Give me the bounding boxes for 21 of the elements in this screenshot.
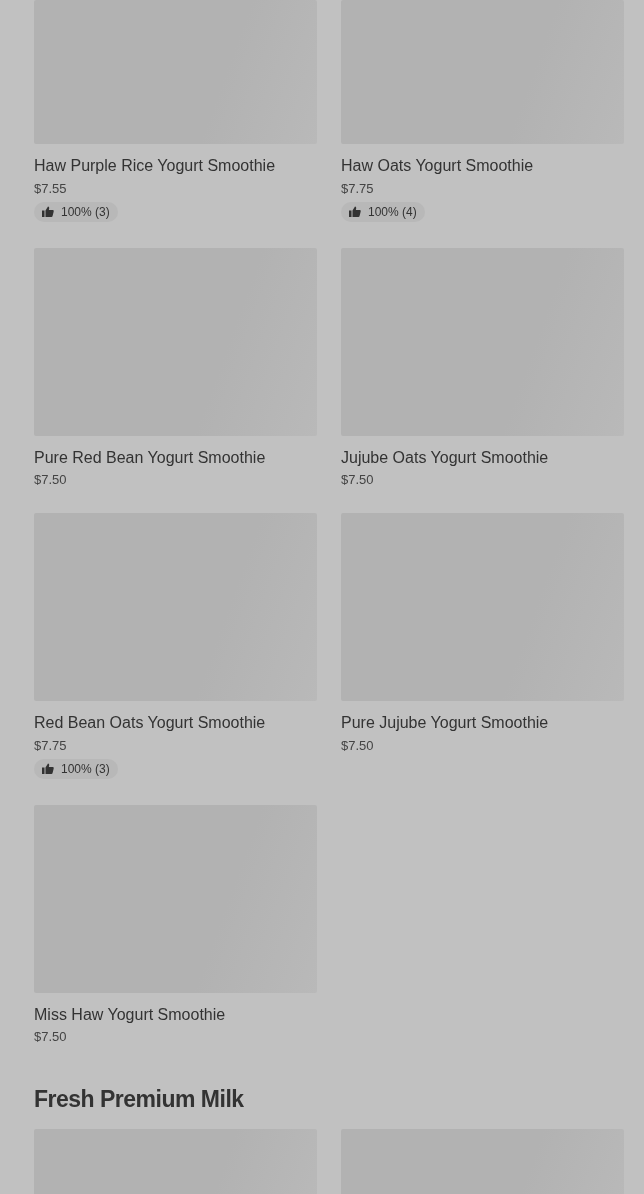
item-name[interactable]: Red Bean Oats Yogurt Smoothie <box>34 714 266 732</box>
item-name[interactable]: Pure Jujube Yogurt Smoothie <box>341 714 549 732</box>
item-price: $7.50 <box>341 472 374 488</box>
item-name[interactable]: Haw Purple Rice Yogurt Smoothie <box>34 157 276 175</box>
thumbs-up-icon <box>42 206 54 218</box>
item-price: $7.75 <box>341 180 374 196</box>
rating-text: 100% (3) <box>61 761 110 776</box>
rating-text: 100% (3) <box>61 204 110 219</box>
item-name[interactable]: Haw Oats Yogurt Smoothie <box>341 157 534 175</box>
item-price: $7.50 <box>34 1029 67 1045</box>
item-price: $7.55 <box>34 180 67 196</box>
item-name[interactable]: Miss Haw Yogurt Smoothie <box>34 1005 226 1024</box>
thumbs-up-icon <box>42 763 54 775</box>
item-price: $7.50 <box>34 472 67 488</box>
item-name[interactable]: Pure Red Bean Yogurt Smoothie <box>34 448 266 467</box>
item-price: $7.75 <box>34 737 67 753</box>
rating-text: 100% (4) <box>368 204 417 219</box>
item-price: $7.50 <box>341 737 374 753</box>
section-heading: Fresh Premium Milk <box>34 1086 245 1114</box>
thumbs-up-icon <box>349 206 361 218</box>
item-name[interactable]: Jujube Oats Yogurt Smoothie <box>341 448 549 467</box>
